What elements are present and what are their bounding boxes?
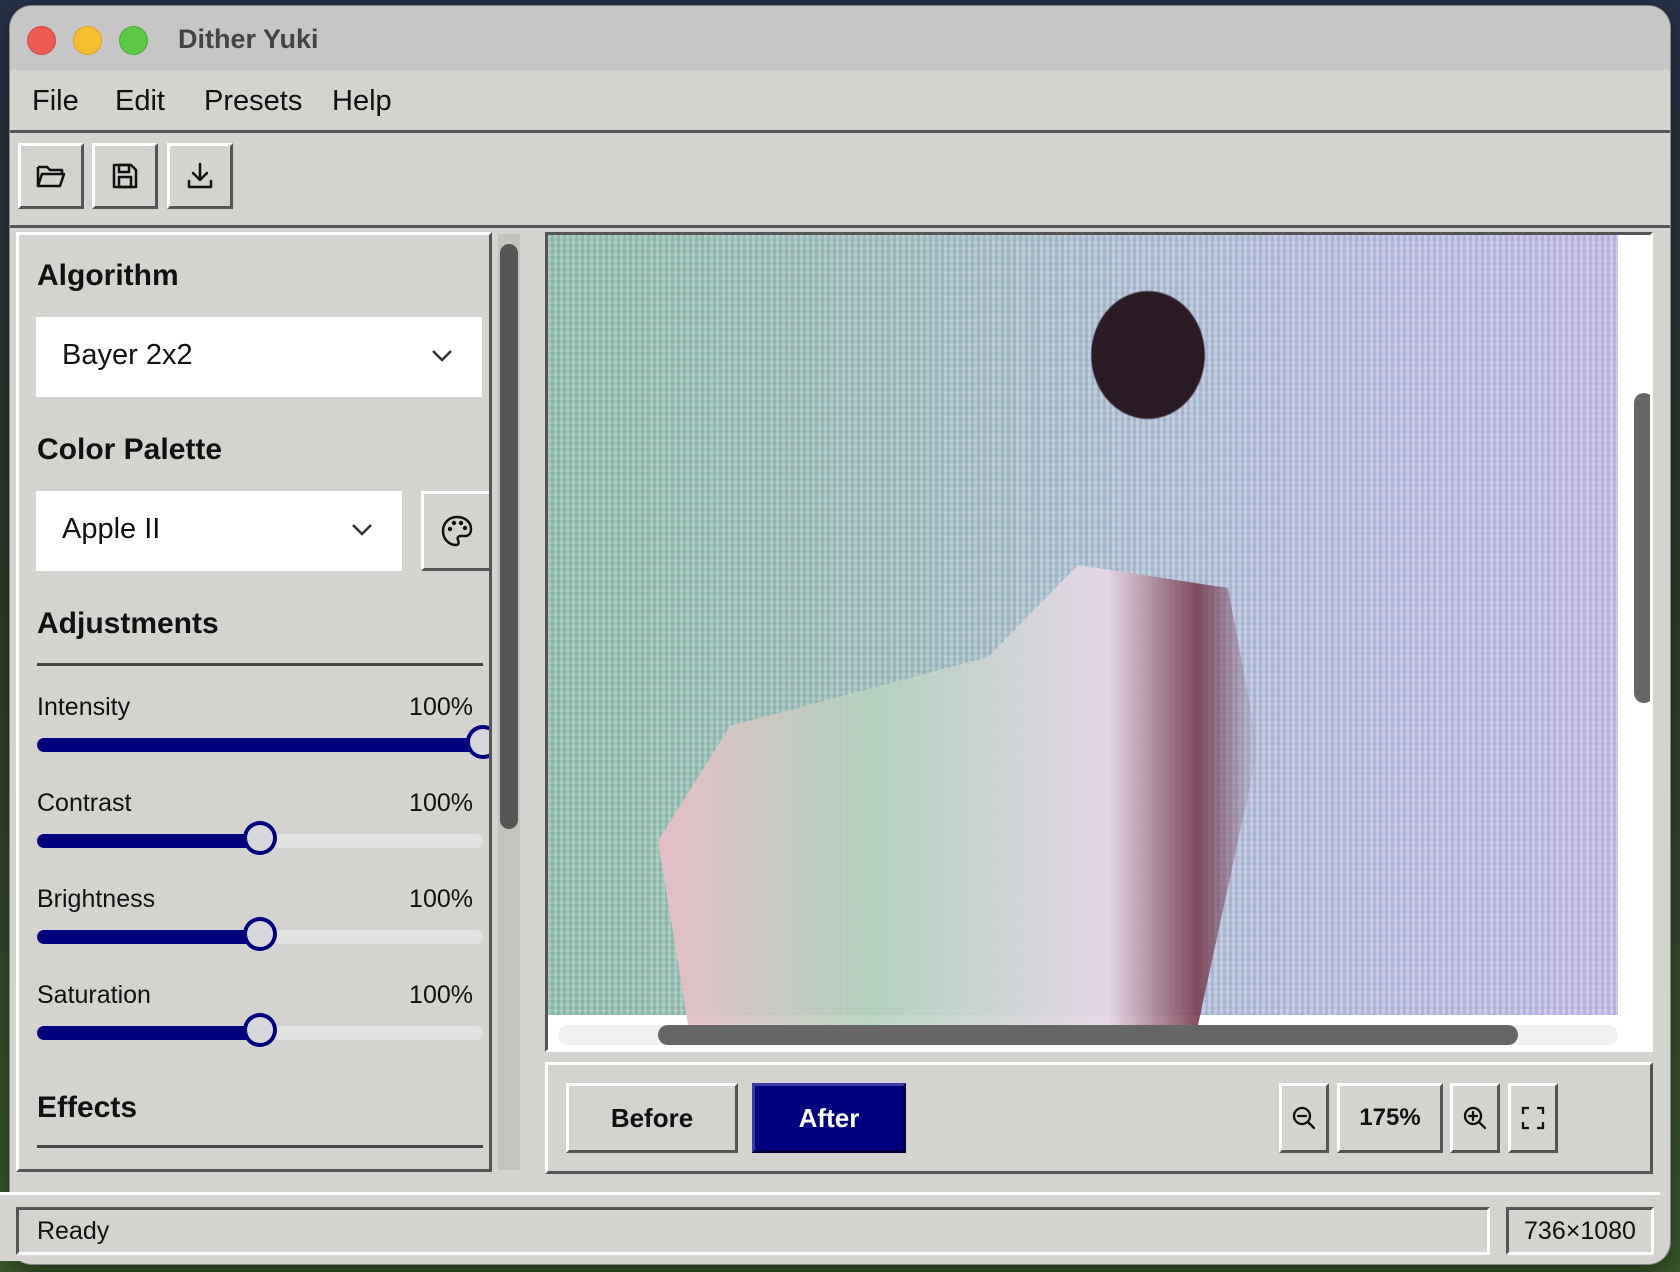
save-icon <box>112 163 138 189</box>
menu-file[interactable]: File <box>32 85 79 118</box>
adjustments-heading: Adjustments <box>37 607 219 640</box>
zoom-in-icon <box>1463 1106 1487 1130</box>
before-button[interactable]: Before <box>566 1083 738 1153</box>
menu-bar: File Edit Presets Help <box>10 70 1670 133</box>
palette-icon <box>441 515 473 547</box>
zoom-out-icon <box>1292 1106 1316 1130</box>
section-divider <box>37 1145 483 1148</box>
menu-presets[interactable]: Presets <box>204 85 302 118</box>
image-dimensions: 736×1080 <box>1506 1207 1654 1255</box>
brightness-label: Brightness <box>37 885 156 913</box>
save-file-button[interactable] <box>92 143 158 209</box>
preview-figure <box>658 565 1258 1025</box>
brightness-value: 100% <box>409 885 473 913</box>
contrast-value: 100% <box>409 789 473 817</box>
sidebar-scroll-thumb[interactable] <box>500 244 518 829</box>
slider-thumb[interactable] <box>466 725 489 759</box>
download-icon <box>187 162 213 189</box>
menu-edit[interactable]: Edit <box>115 85 165 118</box>
viewer-horizontal-scroll-thumb[interactable] <box>658 1025 1518 1045</box>
saturation-value: 100% <box>409 981 473 1009</box>
slider-thumb[interactable] <box>243 821 277 855</box>
minimize-window-button[interactable] <box>73 26 102 55</box>
algorithm-heading: Algorithm <box>37 259 179 292</box>
intensity-slider[interactable] <box>37 725 489 759</box>
intensity-label: Intensity <box>37 693 131 721</box>
fit-to-screen-button[interactable] <box>1508 1083 1558 1153</box>
slider-thumb[interactable] <box>243 917 277 951</box>
viewer-horizontal-scrollbar[interactable] <box>558 1025 1618 1045</box>
saturation-label: Saturation <box>37 981 151 1009</box>
chevron-down-icon <box>352 524 372 536</box>
section-divider <box>37 663 483 666</box>
window-title: Dither Yuki <box>178 24 319 54</box>
title-bar: Dither Yuki <box>10 6 1670 70</box>
zoom-out-button[interactable] <box>1279 1083 1329 1153</box>
slider-thumb[interactable] <box>243 1013 277 1047</box>
color-palette-heading: Color Palette <box>37 433 223 466</box>
brightness-slider[interactable] <box>37 917 483 951</box>
status-bar: Ready 736×1080 <box>0 1192 1660 1261</box>
menu-help[interactable]: Help <box>332 85 392 118</box>
slider-fill <box>37 738 483 752</box>
contrast-label: Contrast <box>37 789 132 817</box>
effects-heading: Effects <box>37 1091 138 1124</box>
palette-select[interactable]: Apple II <box>36 491 402 571</box>
viewer-vertical-scroll-thumb[interactable] <box>1634 393 1650 703</box>
palette-editor-button[interactable] <box>421 491 489 571</box>
slider-fill <box>37 1026 260 1040</box>
after-button[interactable]: After <box>752 1083 906 1153</box>
algorithm-select[interactable]: Bayer 2x2 <box>36 317 482 397</box>
palette-value: Apple II <box>62 513 161 545</box>
fullscreen-icon <box>1521 1106 1545 1130</box>
status-message: Ready <box>16 1207 1490 1255</box>
zoom-in-button[interactable] <box>1450 1083 1500 1153</box>
image-viewer[interactable] <box>545 232 1653 1052</box>
chevron-down-icon <box>432 350 452 362</box>
open-file-button[interactable] <box>18 143 84 209</box>
contrast-slider[interactable] <box>37 821 483 855</box>
zoom-level-display[interactable]: 175% <box>1337 1083 1443 1153</box>
view-controls-bar: Before After 175% <box>545 1062 1653 1174</box>
zoom-window-button[interactable] <box>119 26 148 55</box>
export-button[interactable] <box>167 143 233 209</box>
close-window-button[interactable] <box>27 26 56 55</box>
slider-fill <box>37 834 260 848</box>
dithered-preview-image <box>548 235 1618 1025</box>
sidebar-scrollbar[interactable] <box>498 234 520 1170</box>
slider-fill <box>37 930 260 944</box>
intensity-value: 100% <box>409 693 473 721</box>
algorithm-value: Bayer 2x2 <box>62 339 193 371</box>
folder-open-icon <box>36 165 66 188</box>
toolbar <box>10 133 1670 228</box>
settings-sidebar: Algorithm Bayer 2x2 Color Palette Apple … <box>16 232 492 1172</box>
saturation-slider[interactable] <box>37 1013 483 1047</box>
